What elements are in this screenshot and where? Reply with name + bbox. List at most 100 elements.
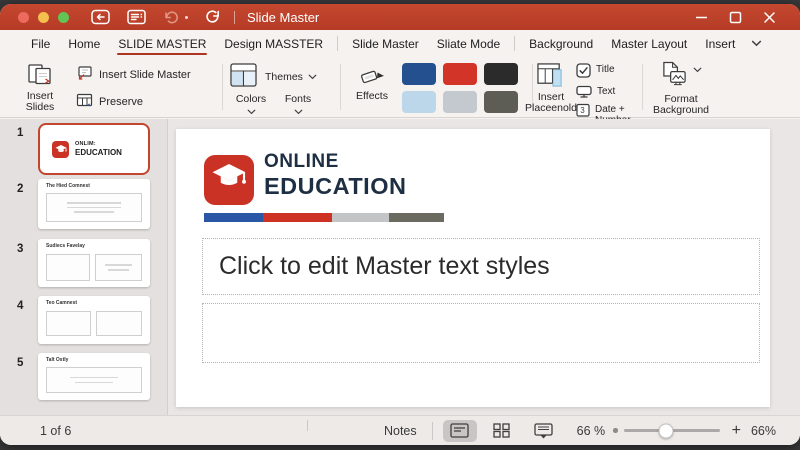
minimize-traffic-light[interactable]: [38, 11, 49, 23]
title-checkbox-row[interactable]: Title: [576, 63, 615, 82]
logo-line-1: ONLINE: [264, 151, 339, 172]
close-traffic-light[interactable]: [18, 11, 29, 23]
slide-master-editing-surface[interactable]: ONLINE EDUCATION Click to edit Master te…: [176, 129, 770, 407]
format-background-button[interactable]: Format Background: [648, 61, 714, 116]
status-bar: 1 of 6 Notes 66 % + 66%: [0, 415, 800, 445]
tab-slide-master[interactable]: SLIDE MASTER: [109, 30, 215, 57]
logo-wordmark: ONLINE EDUCATION: [264, 152, 406, 199]
titlebar: Slide Master: [0, 4, 800, 30]
zoom-out-dot[interactable]: [613, 428, 618, 433]
color-bar-segment-dark-gray: [389, 213, 444, 222]
tab-sliate-mode[interactable]: Sliate Mode: [428, 30, 509, 57]
preserve-label: Preserve: [99, 96, 144, 108]
thumbnail-slide-3[interactable]: Sudiecs Favelay: [38, 239, 150, 287]
chevron-down-icon: [308, 74, 317, 79]
effects-button[interactable]: Effects: [345, 62, 399, 102]
swatch-dark-blue[interactable]: [402, 63, 436, 85]
tab-background[interactable]: Background: [520, 30, 602, 57]
swatch-light-blue[interactable]: [402, 91, 436, 113]
themes-icon: [230, 63, 257, 90]
swatch-black[interactable]: [484, 63, 518, 85]
thumbnail-number: 1: [17, 127, 24, 139]
insert-slide-master-button[interactable]: Insert Slide Master: [76, 65, 191, 85]
tab-design-masster[interactable]: Design MASSTER: [215, 30, 332, 57]
swatch-dark-gray[interactable]: [484, 91, 518, 113]
tab-insert[interactable]: Insert: [696, 30, 744, 57]
insert-slides-label: Insert Slides: [25, 90, 55, 113]
undo-icon[interactable]: [163, 10, 179, 25]
text-checkbox-row[interactable]: Text: [576, 85, 615, 102]
thumb-logo-bottom: EDUCATION: [75, 147, 122, 157]
brand-color-bar: [204, 213, 444, 222]
format-background-icon: [660, 61, 689, 91]
tab-slide-master-2[interactable]: Slide Master: [343, 30, 428, 57]
zoom-slider[interactable]: [623, 423, 720, 438]
tab-divider: [514, 36, 516, 51]
insert-placeholder-icon: [522, 62, 580, 89]
master-title-text: Click to edit Master text styles: [219, 252, 550, 280]
preserve-button[interactable]: Preserve: [76, 92, 143, 112]
ribbon-group-divider: [340, 64, 341, 110]
thumbnail-slide-1[interactable]: ONLIM: EDUCATION: [38, 123, 150, 175]
window-title: Slide Master: [247, 9, 320, 25]
minimize-icon[interactable]: [695, 11, 708, 24]
themes-button[interactable]: Themes: [230, 63, 317, 90]
status-right-cluster: Notes 66 % + 66%: [384, 419, 776, 442]
insert-slide-master-icon: [76, 65, 93, 85]
theme-color-swatches: [402, 63, 518, 113]
slide-sorter-view-button[interactable]: [485, 420, 519, 442]
app-window: Slide Master File Home SLIDE MASTER Desi…: [0, 4, 800, 445]
ribbon-tabs: File Home SLIDE MASTER Design MASSTER Sl…: [0, 30, 800, 57]
color-bar-segment-blue: [204, 213, 263, 222]
redo-icon[interactable]: [205, 9, 221, 25]
swatch-light-gray[interactable]: [443, 91, 477, 113]
swatch-red[interactable]: [443, 63, 477, 85]
text-checkbox-label: Text: [597, 86, 616, 97]
colors-label: Colors: [235, 93, 267, 105]
notes-button[interactable]: Notes: [384, 424, 417, 438]
tab-master-layout[interactable]: Master Layout: [602, 30, 696, 57]
insert-placeholder-button[interactable]: Insert Placeenold: [522, 62, 580, 114]
save-icon[interactable]: [91, 9, 110, 25]
thumb-content-box: [96, 311, 142, 336]
thumbnail-slide-2[interactable]: The Hied Comnest: [38, 179, 150, 229]
chevron-down-icon: [247, 109, 255, 115]
color-bar-segment-light-gray: [332, 213, 389, 222]
insert-slides-icon: [12, 62, 68, 88]
preserve-icon: [76, 92, 93, 112]
close-icon[interactable]: [763, 11, 776, 24]
ribbon: Insert Slides Insert Slide Master Preser…: [0, 57, 800, 125]
zoom-slider-thumb[interactable]: [658, 423, 674, 438]
chevron-down-icon[interactable]: [751, 40, 762, 47]
tab-file[interactable]: File: [22, 30, 59, 57]
effects-label: Effects: [356, 90, 388, 102]
graduation-cap-icon: [211, 161, 247, 199]
chevron-down-icon: [693, 67, 702, 73]
slideshow-view-button[interactable]: [527, 420, 561, 442]
graduation-cap-icon: [52, 140, 69, 158]
list-icon[interactable]: [127, 9, 146, 25]
zoom-in-button[interactable]: +: [732, 422, 741, 440]
tab-home[interactable]: Home: [59, 30, 109, 57]
thumb-caption: Teo Camnest: [46, 300, 78, 306]
normal-view-icon: [450, 423, 469, 438]
undo-dropdown-dot[interactable]: [185, 15, 188, 19]
slide-editor-canvas: ONLINE EDUCATION Click to edit Master te…: [168, 119, 800, 415]
effects-icon: [345, 62, 399, 88]
svg-text:3: 3: [580, 106, 585, 115]
maximize-icon[interactable]: [729, 11, 742, 24]
thumb-content-box: [46, 311, 91, 336]
thumbnail-slide-4[interactable]: Teo Camnest: [38, 296, 150, 344]
thumbnail-slide-5[interactable]: Talt Ostly: [38, 353, 150, 400]
zoom-traffic-light[interactable]: [58, 11, 69, 23]
ribbon-group-divider: [642, 64, 643, 110]
master-title-placeholder[interactable]: Click to edit Master text styles: [202, 238, 760, 295]
fonts-dropdown[interactable]: Fonts: [278, 94, 318, 118]
thumb-caption: Talt Ostly: [46, 357, 69, 363]
master-body-placeholder[interactable]: [202, 303, 760, 363]
insert-slides-button[interactable]: Insert Slides: [12, 62, 68, 113]
colors-dropdown[interactable]: Colors: [228, 94, 274, 118]
thumbnail-number: 5: [17, 357, 24, 369]
normal-view-button[interactable]: [442, 419, 477, 442]
slide-counter: 1 of 6: [40, 423, 72, 438]
